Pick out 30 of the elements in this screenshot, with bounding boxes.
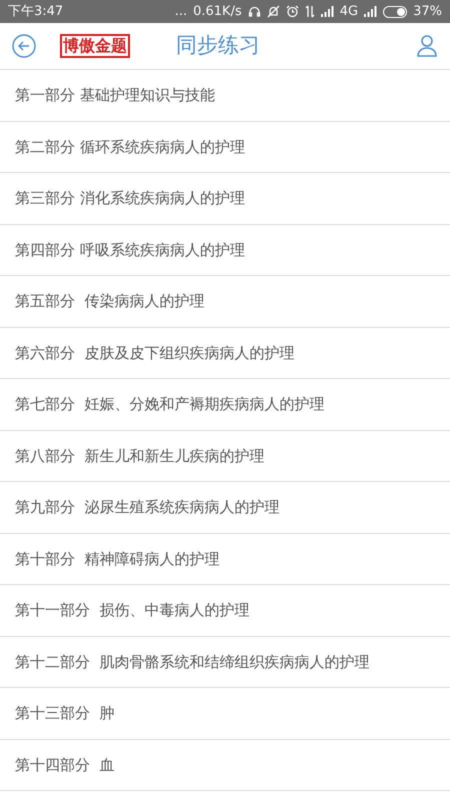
section-item[interactable]: 第三部分 消化系统疾病病人的护理	[15, 187, 245, 210]
battery-icon	[383, 6, 408, 18]
headset-icon	[248, 5, 261, 18]
network-speed: 0.61K/s	[193, 2, 242, 21]
data-arrows-icon	[304, 5, 315, 18]
status-time: 下午3:47	[8, 2, 64, 21]
back-icon[interactable]	[12, 34, 36, 58]
signal-icon	[320, 6, 334, 17]
section-item[interactable]: 第十一部分 损伤、中毒病人的护理	[15, 599, 250, 622]
section-item[interactable]: 第十部分 精神障碍病人的护理	[15, 548, 220, 570]
section-item[interactable]: 第一部分 基础护理知识与技能	[15, 84, 215, 106]
page-title: 同步练习	[176, 32, 260, 60]
app-logo: 博傲金题	[60, 34, 130, 58]
section-item[interactable]: 第二部分 循环系统疾病病人的护理	[15, 136, 245, 158]
section-item[interactable]: 第四部分 呼吸系统疾病病人的护理	[15, 238, 245, 261]
battery-percent: 37%	[413, 2, 442, 21]
user-icon[interactable]	[416, 34, 438, 58]
alarm-icon	[286, 5, 299, 18]
section-item[interactable]: 第十三部分 肿	[15, 702, 115, 724]
section-item[interactable]: 第十二部分 肌肉骨骼系统和结缔组织疾病病人的护理	[15, 650, 370, 673]
section-item[interactable]: 第九部分 泌尿生殖系统疾病病人的护理	[15, 496, 280, 518]
section-item[interactable]: 第七部分 妊娠、分娩和产褥期疾病病人的护理	[15, 393, 325, 416]
section-item[interactable]: 第十四部分 血	[15, 754, 115, 776]
signal-icon	[364, 6, 378, 17]
status-dots: ...	[174, 2, 188, 21]
network-type: 4G	[340, 2, 358, 21]
section-item[interactable]: 第五部分 传染病病人的护理	[15, 290, 205, 312]
bell-off-icon	[266, 5, 280, 18]
section-item[interactable]: 第六部分 皮肤及皮下组织疾病病人的护理	[15, 342, 295, 364]
section-item[interactable]: 第八部分 新生儿和新生儿疾病的护理	[15, 444, 265, 467]
